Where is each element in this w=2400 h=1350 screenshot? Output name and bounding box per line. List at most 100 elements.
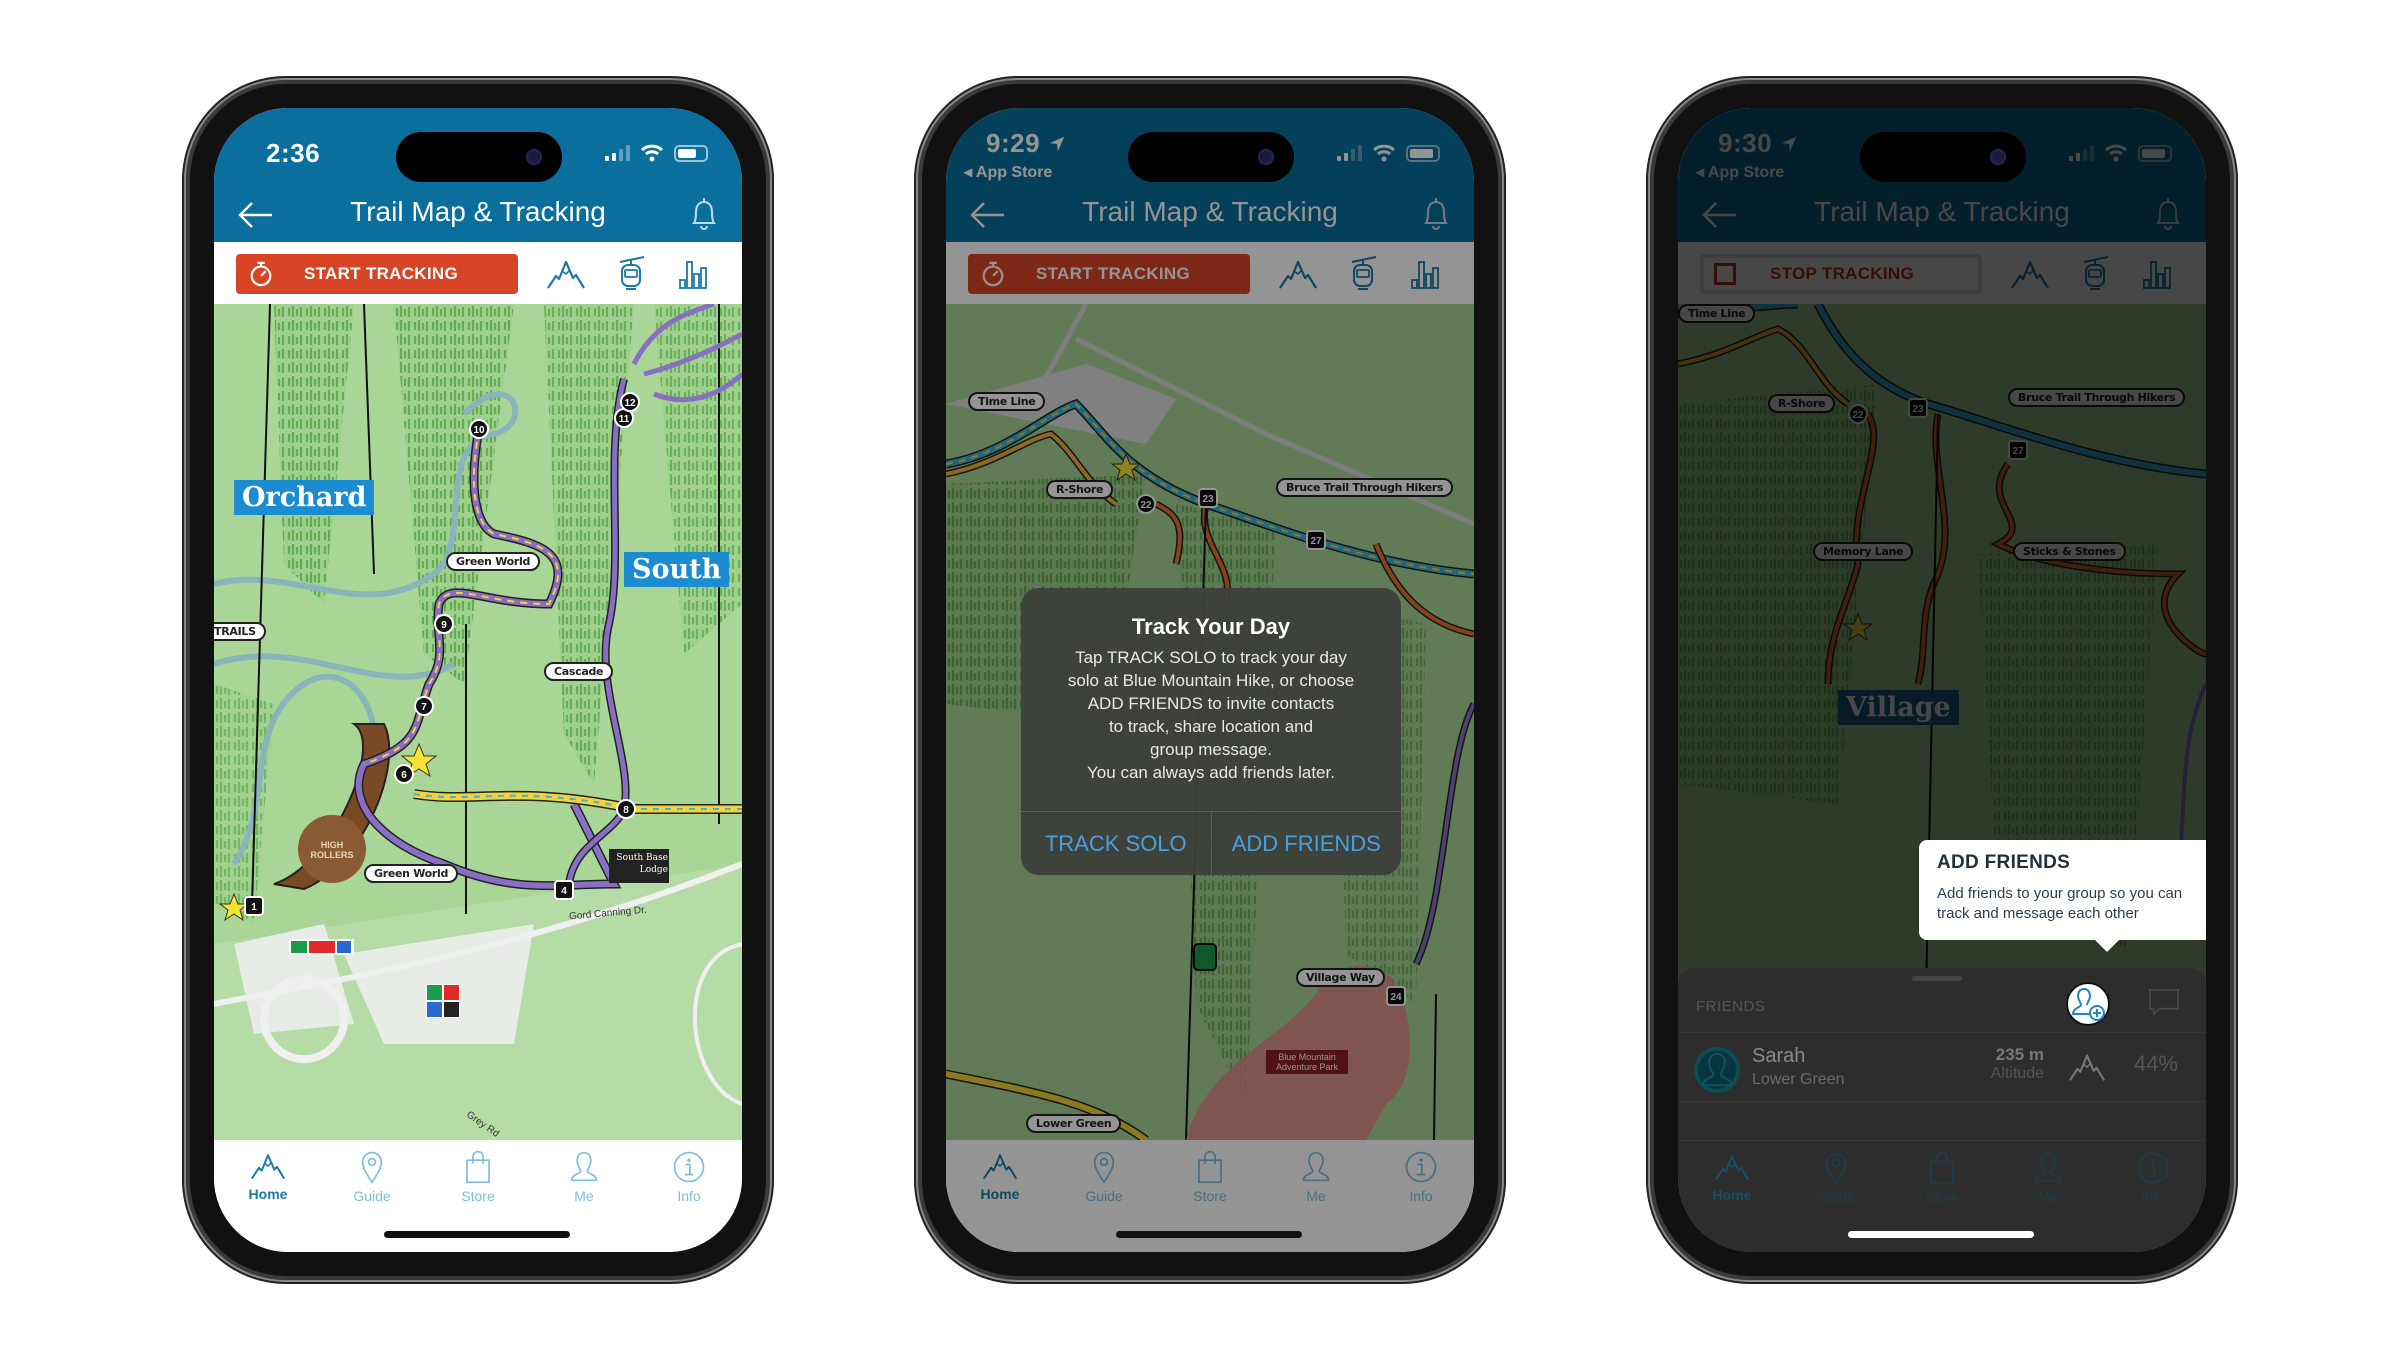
trail-label-green-world[interactable]: Green World xyxy=(446,552,541,571)
battery-icon xyxy=(1406,144,1440,162)
gondola-icon[interactable] xyxy=(2080,256,2110,292)
tab-guide[interactable]: Guide xyxy=(1796,1151,1876,1205)
tab-home[interactable]: Home xyxy=(228,1150,308,1202)
friend-row[interactable]: Sarah Lower Green 235 m Altitude 44% xyxy=(1678,1032,2206,1102)
stop-icon xyxy=(1714,263,1736,285)
group-message-icon[interactable] xyxy=(2148,988,2180,1018)
tab-store[interactable]: Store xyxy=(1170,1150,1250,1204)
tab-home[interactable]: Home xyxy=(1692,1151,1772,1203)
track-solo-button[interactable]: TRACK SOLO xyxy=(1021,812,1211,875)
map-node[interactable]: 8 xyxy=(616,799,636,819)
tab-guide[interactable]: Guide xyxy=(332,1150,412,1204)
info-icon xyxy=(1404,1150,1438,1184)
dialog-line: You can always add friends later. xyxy=(1087,763,1335,782)
trail-label-lower-green[interactable]: Lower Green xyxy=(1026,1114,1122,1133)
stop-tracking-button[interactable]: STOP TRACKING xyxy=(1700,254,1982,294)
phone-2-screen: 9:29 ◂ App Store Trail Map & Tracking ST… xyxy=(946,108,1474,1252)
add-friend-button[interactable] xyxy=(2066,982,2110,1026)
area-label-south: South xyxy=(624,552,730,587)
tab-guide[interactable]: Guide xyxy=(1064,1150,1144,1204)
system-status-icons xyxy=(1337,144,1440,162)
map-node[interactable]: 23 xyxy=(1908,398,1928,418)
back-to-app-store[interactable]: ◂ App Store xyxy=(1696,162,1784,182)
location-arrow-icon xyxy=(1048,135,1066,153)
trail-label-cascade[interactable]: Cascade xyxy=(544,662,614,681)
poi-high-rollers[interactable]: HIGH ROLLERS xyxy=(304,840,360,860)
tab-me[interactable]: Me xyxy=(1276,1150,1356,1204)
gondola-icon[interactable] xyxy=(1348,256,1378,292)
location-arrow-icon xyxy=(1780,135,1798,153)
trail-label-village-way[interactable]: Village Way xyxy=(1296,968,1385,987)
tab-label: Guide xyxy=(1085,1188,1123,1204)
tab-label: Home xyxy=(1712,1187,1752,1203)
stats-icon[interactable] xyxy=(678,256,708,292)
trail-label-green-world-2[interactable]: Green World xyxy=(364,864,459,883)
trail-label-bruce-trail[interactable]: Bruce Trail Through Hikers xyxy=(1276,478,1454,497)
stats-icon[interactable] xyxy=(1410,256,1440,292)
trail-map[interactable]: Orchard South Green World Cascade Green … xyxy=(214,304,742,1140)
map-node[interactable]: 4 xyxy=(554,880,574,900)
map-node[interactable]: 12 xyxy=(620,392,640,412)
tracking-toolbar: STOP TRACKING xyxy=(1678,242,2206,304)
gondola-icon[interactable] xyxy=(616,256,646,292)
poi-south-base-lodge[interactable]: South Base Lodge xyxy=(612,852,668,876)
tab-me[interactable]: Me xyxy=(2008,1151,2088,1205)
trail-label-time-line[interactable]: Time Line xyxy=(968,392,1046,411)
dialog-line: ADD FRIENDS to invite contacts xyxy=(1087,694,1335,713)
trail-label-trails[interactable]: TRAILS xyxy=(214,622,266,641)
bell-icon[interactable] xyxy=(688,196,720,232)
add-friends-button[interactable]: ADD FRIENDS xyxy=(1210,812,1402,875)
tab-label: Home xyxy=(248,1186,288,1202)
tab-label: Guide xyxy=(1817,1189,1855,1205)
trail-label-r-shore[interactable]: R-Shore xyxy=(1046,480,1114,499)
stats-icon[interactable] xyxy=(2142,256,2172,292)
bell-icon[interactable] xyxy=(1420,196,1452,232)
start-tracking-button[interactable]: START TRACKING xyxy=(236,254,518,294)
map-node[interactable]: 9 xyxy=(434,614,454,634)
trail-label-bruce-trail[interactable]: Bruce Trail Through Hikers xyxy=(2008,388,2186,407)
tab-me[interactable]: Me xyxy=(544,1150,624,1204)
mountain-icon[interactable] xyxy=(1278,256,1318,292)
trail-label-memory-lane[interactable]: Memory Lane xyxy=(1813,542,1914,561)
tab-home[interactable]: Home xyxy=(960,1150,1040,1202)
home-indicator[interactable] xyxy=(1116,1231,1302,1238)
friends-sheet: FRIENDS Sarah Lower Green 235 m Altitude… xyxy=(1678,968,2206,1252)
mountain-icon[interactable] xyxy=(2010,256,2050,292)
trail-label-r-shore[interactable]: R-Shore xyxy=(1768,394,1836,413)
tab-store[interactable]: Store xyxy=(438,1150,518,1204)
map-node[interactable]: 22 xyxy=(1848,404,1868,424)
bell-icon[interactable] xyxy=(2152,196,2184,232)
tab-info[interactable]: Info xyxy=(1381,1150,1461,1204)
map-node[interactable]: 27 xyxy=(1306,530,1326,550)
tab-store[interactable]: Store xyxy=(1902,1151,1982,1205)
page-title: Trail Map & Tracking xyxy=(1082,196,1338,227)
home-indicator[interactable] xyxy=(1848,1231,2034,1238)
avatar xyxy=(1694,1047,1740,1093)
wifi-icon xyxy=(1372,144,1396,162)
map-node[interactable]: 27 xyxy=(2008,440,2028,460)
tab-info[interactable]: Info xyxy=(649,1150,729,1204)
status-time: 9:29 xyxy=(986,128,1066,159)
map-node[interactable]: 23 xyxy=(1198,488,1218,508)
map-node[interactable]: 1 xyxy=(244,896,264,916)
home-indicator[interactable] xyxy=(384,1231,570,1238)
tab-label: Me xyxy=(2038,1189,2058,1205)
trail-label-sticks-stones[interactable]: Sticks & Stones xyxy=(2013,542,2126,561)
sheet-grabber[interactable] xyxy=(1912,976,1962,981)
trail-label-time-line[interactable]: Time Line xyxy=(1678,304,1756,323)
map-node[interactable]: 7 xyxy=(414,696,434,716)
map-node[interactable]: 10 xyxy=(469,419,489,439)
back-to-app-store[interactable]: ◂ App Store xyxy=(964,162,1052,182)
tab-label: Info xyxy=(677,1188,701,1204)
map-pin-icon xyxy=(1823,1151,1849,1185)
poi-adventure-park[interactable]: Blue Mountain Adventure Park xyxy=(1266,1050,1348,1074)
mountain-icon[interactable] xyxy=(546,256,586,292)
start-tracking-button[interactable]: START TRACKING xyxy=(968,254,1250,294)
shopping-bag-icon xyxy=(1928,1151,1956,1185)
map-node[interactable]: 24 xyxy=(1386,986,1406,1006)
map-node[interactable]: 6 xyxy=(394,764,414,784)
stopwatch-icon xyxy=(980,260,1006,288)
tab-info[interactable]: Info xyxy=(2113,1151,2193,1205)
map-node[interactable]: 22 xyxy=(1136,494,1156,514)
info-icon xyxy=(2136,1151,2170,1185)
